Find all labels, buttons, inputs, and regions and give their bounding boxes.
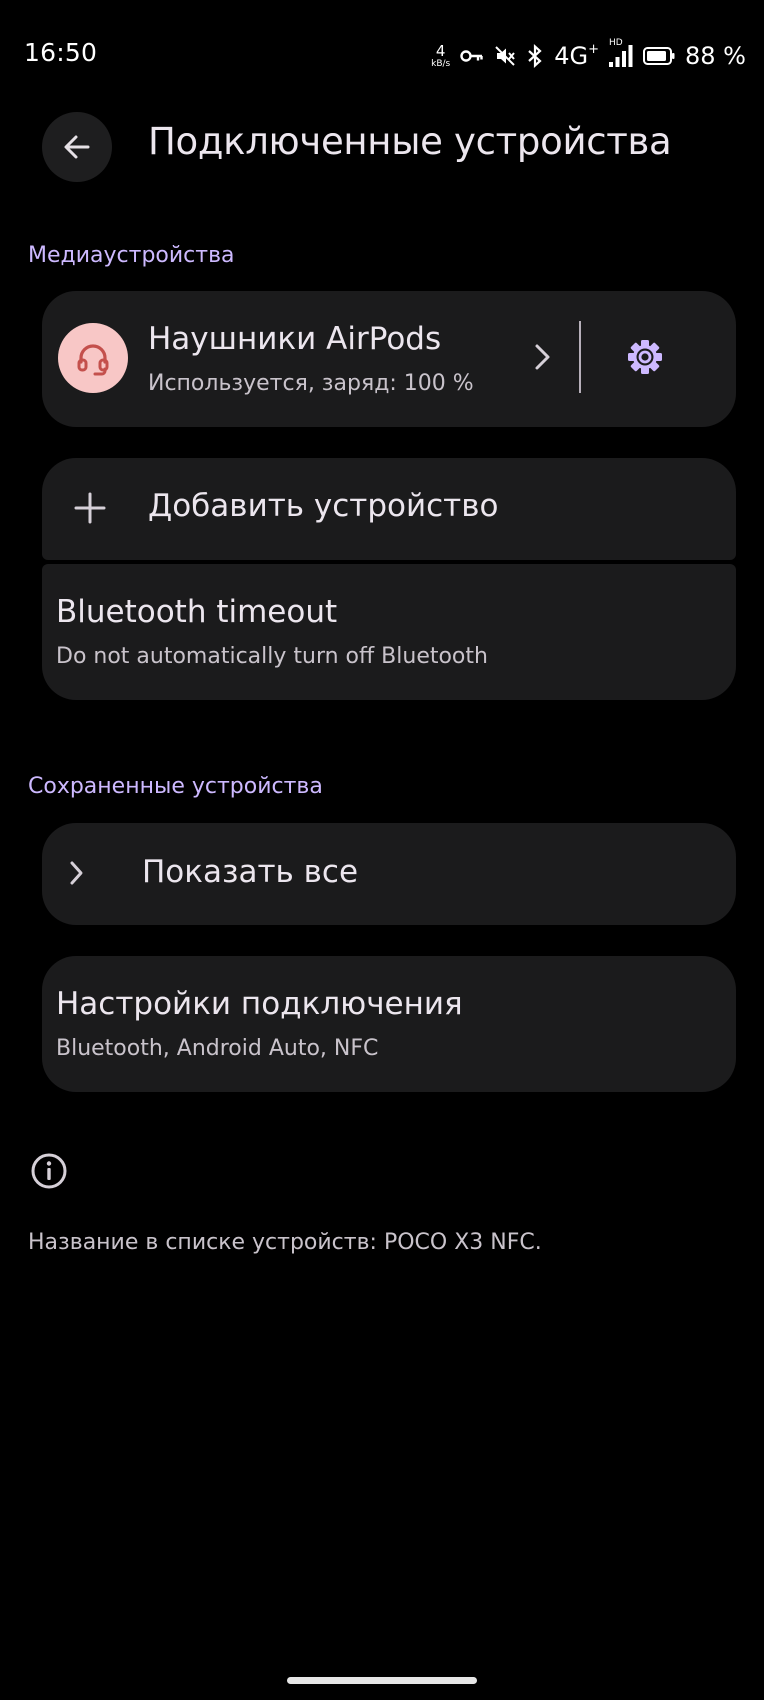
add-device-label: Добавить устройство [148, 488, 499, 524]
show-all-button[interactable]: Показать все [42, 823, 736, 925]
device-status: Используется, заряд: 100 % [148, 371, 474, 396]
status-time: 16:50 [24, 38, 98, 67]
arrow-back-icon [64, 135, 90, 159]
bluetooth-icon [528, 44, 542, 68]
connection-settings-subtitle: Bluetooth, Android Auto, NFC [56, 1036, 379, 1061]
show-all-label: Показать все [142, 854, 359, 890]
network-type: 4G+ [554, 42, 599, 70]
add-device-button[interactable]: Добавить устройство [42, 458, 736, 560]
network-speed-unit: kB/s [431, 58, 451, 69]
vertical-divider [579, 321, 581, 393]
network-type-plus: + [588, 42, 600, 57]
device-avatar [58, 323, 128, 393]
bluetooth-timeout-title: Bluetooth timeout [56, 594, 338, 630]
chevron-right-icon[interactable] [530, 339, 554, 375]
device-name: Наушники AirPods [148, 321, 442, 357]
signal-icon [609, 45, 633, 67]
connection-settings-item[interactable]: Настройки подключения Bluetooth, Android… [42, 956, 736, 1092]
media-section-header: Медиаустройства [28, 243, 235, 268]
airpods-device-card[interactable]: Наушники AirPods Используется, заряд: 10… [42, 291, 736, 427]
status-icons: 4 kB/s 4G+ HD 88 % [431, 36, 746, 76]
connection-settings-title: Настройки подключения [56, 986, 463, 1022]
network-speed: 4 kB/s [431, 41, 451, 69]
key-icon [460, 50, 483, 62]
device-visible-name: Название в списке устройств: POCO X3 NFC… [28, 1230, 542, 1255]
plus-icon [74, 492, 106, 524]
info-icon [31, 1153, 67, 1189]
page-title: Подключенные устройства [148, 120, 672, 163]
chevron-right-icon [70, 861, 83, 885]
gesture-nav-handle[interactable] [287, 1677, 477, 1684]
network-speed-value: 4 [435, 41, 446, 60]
muted-icon [495, 46, 516, 66]
bluetooth-timeout-subtitle: Do not automatically turn off Bluetooth [56, 644, 488, 669]
network-type-label: 4G [554, 42, 589, 70]
gear-icon[interactable] [624, 336, 666, 378]
headset-icon [77, 344, 109, 376]
signal: HD [609, 39, 633, 69]
back-button[interactable] [42, 112, 112, 182]
saved-section-header: Сохраненные устройства [28, 774, 323, 799]
battery-percent: 88 % [685, 42, 746, 70]
battery-icon [643, 47, 675, 65]
bluetooth-timeout-item[interactable]: Bluetooth timeout Do not automatically t… [42, 564, 736, 700]
